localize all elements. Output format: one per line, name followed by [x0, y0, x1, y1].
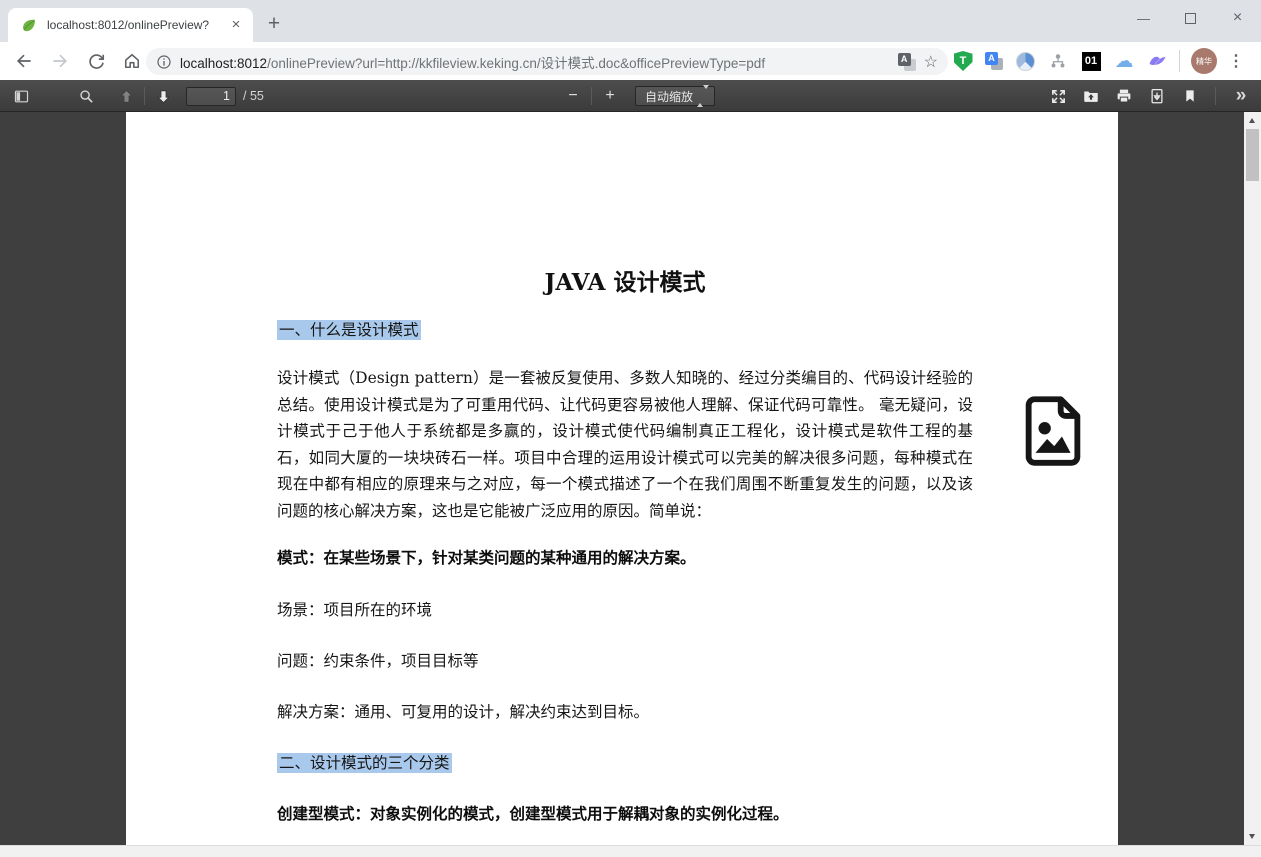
forward-button[interactable] [42, 45, 78, 77]
shield-icon: T [954, 51, 973, 71]
back-button[interactable] [6, 45, 42, 77]
sidebar-toggle-button[interactable] [8, 83, 34, 109]
cloud-extension[interactable]: ☁ [1113, 50, 1135, 72]
close-button[interactable]: × [1214, 0, 1261, 36]
toolbar-separator [591, 87, 592, 105]
url-text[interactable]: localhost:8012/onlinePreview?url=http://… [180, 52, 890, 72]
address-bar[interactable]: localhost:8012/onlinePreview?url=http://… [146, 48, 948, 75]
print-button[interactable] [1111, 83, 1137, 109]
sitemap-icon [1049, 52, 1067, 70]
translate-extension[interactable]: A [985, 52, 1003, 70]
document-title: JAVA 设计模式 [277, 263, 973, 297]
vertical-scrollbar[interactable] [1244, 112, 1261, 845]
nav-buttons [6, 42, 150, 80]
translate-page-button[interactable]: A [898, 53, 916, 71]
zoom-in-button[interactable]: + [597, 83, 623, 109]
paragraph-intro: 设计模式（Design pattern）是一套被反复使用、多数人知晓的、经过分类… [277, 365, 973, 524]
page-down-button[interactable] [150, 83, 176, 109]
page-count-label: / 55 [243, 89, 264, 103]
page-up-icon [118, 88, 135, 105]
bookmark-current-view-button[interactable] [1177, 83, 1203, 109]
pdf-toolbar-left: / 55 [8, 83, 264, 109]
find-button[interactable] [73, 83, 99, 109]
extensions-divider [1179, 50, 1180, 72]
section-heading-2: 二、设计模式的三个分类 [277, 751, 973, 773]
minimize-button[interactable]: — [1120, 0, 1167, 36]
url-path: /onlinePreview?url=http://kkfileview.kek… [267, 56, 765, 71]
bird-icon [1148, 52, 1167, 71]
badge-01-extension[interactable]: 01 [1080, 50, 1102, 72]
zoom-out-button[interactable]: − [560, 83, 586, 109]
page-info-icon[interactable] [156, 54, 172, 70]
solution-line: 解决方案：通用、可复用的设计，解决约束达到目标。 [277, 700, 973, 722]
sidebar-toggle-icon [13, 88, 30, 105]
pdf-page: JAVA 设计模式 一、什么是设计模式 设计模式（Design pattern）… [126, 112, 1118, 845]
pdf-toolbar-center: − + 自动缩放 [560, 83, 715, 109]
toolbar-separator [144, 87, 145, 105]
spring-leaf-favicon [20, 17, 37, 34]
page-up-button[interactable] [113, 83, 139, 109]
adblock-shield-extension[interactable]: T [952, 50, 974, 72]
download-button[interactable] [1144, 83, 1170, 109]
active-tab[interactable]: localhost:8012/onlinePreview? × [8, 8, 253, 42]
page-down-icon [155, 88, 172, 105]
cloud-icon: ☁ [1115, 52, 1134, 71]
home-button[interactable] [114, 45, 150, 77]
reload-icon [87, 52, 106, 71]
scroll-up-icon[interactable] [1249, 118, 1255, 123]
zoom-select-label: 自动缩放 [641, 88, 697, 105]
forward-icon [50, 51, 70, 71]
download-icon [1148, 87, 1166, 105]
circle-extension[interactable] [1014, 50, 1036, 72]
extensions-row: T A 01 ☁ 精华 [952, 42, 1244, 80]
open-file-button[interactable] [1078, 83, 1104, 109]
tab-title: localhost:8012/onlinePreview? [47, 18, 227, 32]
back-icon [14, 51, 34, 71]
fullscreen-icon [1050, 88, 1067, 105]
select-arrows-icon [697, 89, 709, 103]
maximize-icon [1185, 13, 1196, 24]
image-placeholder-icon [1016, 392, 1090, 470]
badge-01-icon: 01 [1082, 52, 1101, 71]
tab-strip: localhost:8012/onlinePreview? × + — × [0, 0, 1261, 42]
bird-extension[interactable] [1146, 50, 1168, 72]
new-tab-button[interactable]: + [260, 10, 288, 38]
home-icon [122, 51, 142, 71]
vertical-scrollbar-thumb[interactable] [1246, 129, 1259, 181]
page-number-input[interactable] [186, 87, 236, 106]
pdf-viewer: JAVA 设计模式 一、什么是设计模式 设计模式（Design pattern）… [0, 112, 1261, 857]
pdf-toolbar-right: » [1045, 83, 1254, 109]
horizontal-scrollbar[interactable] [0, 845, 1261, 857]
pdf-toolbar: / 55 − + 自动缩放 [0, 80, 1261, 112]
maximize-button[interactable] [1167, 0, 1214, 36]
more-tools-button[interactable]: » [1228, 83, 1254, 109]
tab-close-icon[interactable]: × [227, 16, 245, 34]
swirl-circle-icon [1016, 52, 1035, 71]
document-content: JAVA 设计模式 一、什么是设计模式 设计模式（Design pattern）… [277, 263, 973, 824]
browser-window: localhost:8012/onlinePreview? × + — × [0, 0, 1261, 857]
window-controls: — × [1120, 0, 1261, 36]
zoom-select[interactable]: 自动缩放 [635, 86, 715, 106]
open-file-icon [1082, 87, 1100, 105]
scene-line: 场景：项目所在的环境 [277, 598, 973, 620]
toolbar-separator [1215, 87, 1216, 105]
problem-line: 问题：约束条件，项目目标等 [277, 649, 973, 671]
bookmark-star-icon[interactable]: ☆ [924, 52, 938, 72]
minus-icon: − [568, 87, 577, 105]
print-icon [1115, 87, 1133, 105]
chrome-menu-button[interactable]: ⋮ [1228, 51, 1244, 71]
reload-button[interactable] [78, 45, 114, 77]
bookmark-icon [1182, 88, 1198, 104]
plus-icon: + [605, 87, 614, 105]
creational-pattern-line: 创建型模式：对象实例化的模式，创建型模式用于解耦对象的实例化过程。 [277, 802, 973, 824]
section-heading-1: 一、什么是设计模式 [277, 318, 973, 340]
url-host: localhost:8012 [180, 56, 267, 71]
sitemap-extension[interactable] [1047, 50, 1069, 72]
profile-avatar[interactable]: 精华 [1191, 48, 1217, 74]
scroll-down-icon[interactable] [1249, 834, 1255, 839]
pattern-definition-line: 模式：在某些场景下，针对某类问题的某种通用的解决方案。 [277, 546, 973, 568]
presentation-mode-button[interactable] [1045, 83, 1071, 109]
search-icon [78, 88, 95, 105]
